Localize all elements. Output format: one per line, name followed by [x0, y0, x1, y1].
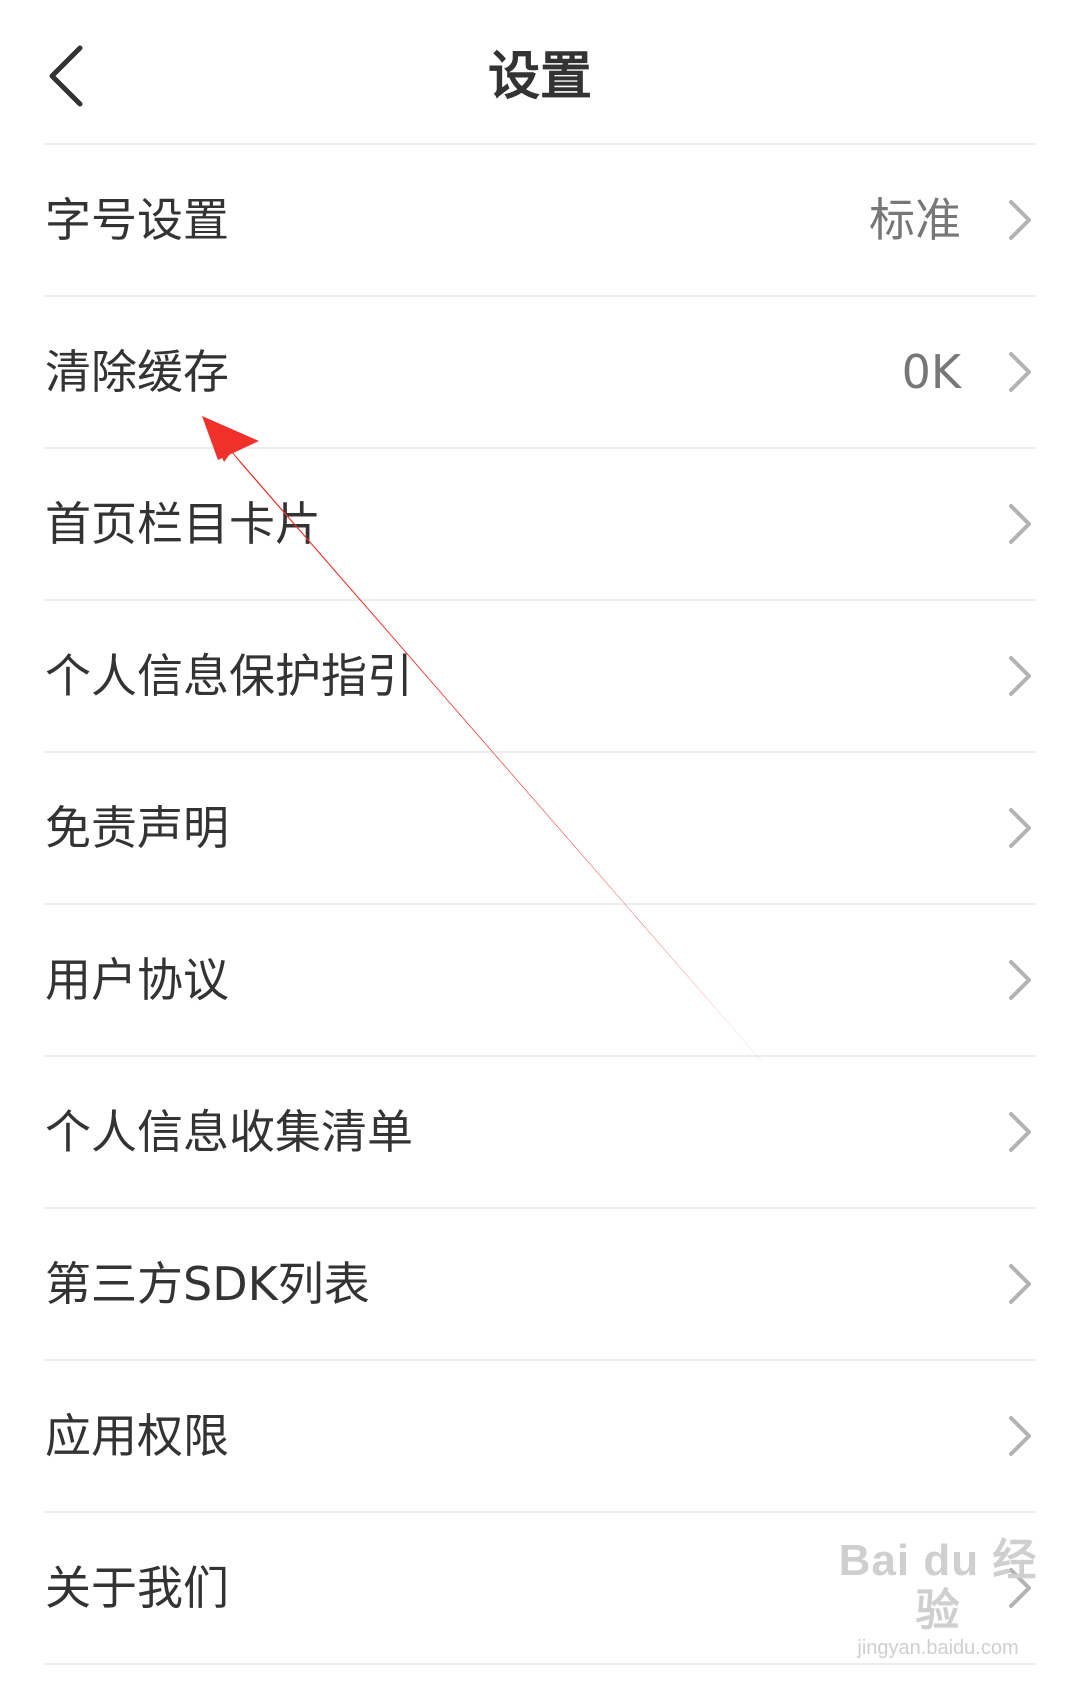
settings-item-label: 首页栏目卡片 [45, 497, 321, 551]
settings-item-label: 个人信息收集清单 [45, 1105, 413, 1159]
settings-item-label: 第三方SDK列表 [45, 1257, 370, 1311]
settings-item-user-agreement[interactable]: 用户协议 [45, 905, 1035, 1057]
watermark-logo: Bai du 经验 [838, 1536, 1038, 1635]
settings-item-app-permissions[interactable]: 应用权限 [45, 1361, 1035, 1513]
chevron-right-icon [1009, 352, 1031, 392]
settings-item-font-size[interactable]: 字号设置 标准 [45, 145, 1035, 297]
settings-list: 字号设置 标准 清除缓存 0K 首页栏目卡片 个人信息保护指引 免责声明 用户协… [45, 145, 1035, 1665]
chevron-right-icon [1009, 960, 1031, 1000]
chevron-right-icon [1009, 200, 1031, 240]
settings-item-label: 个人信息保护指引 [45, 649, 413, 703]
chevron-right-icon [1009, 1264, 1031, 1304]
settings-item-label: 应用权限 [45, 1409, 229, 1463]
settings-item-label: 免责声明 [45, 801, 229, 855]
chevron-right-icon [1009, 1112, 1031, 1152]
page-title: 设置 [487, 47, 592, 107]
watermark-url: jingyan.baidu.com [857, 1637, 1019, 1659]
settings-item-privacy-guide[interactable]: 个人信息保护指引 [45, 601, 1035, 753]
settings-item-home-cards[interactable]: 首页栏目卡片 [45, 449, 1035, 601]
settings-item-label: 字号设置 [45, 193, 229, 247]
settings-item-label: 用户协议 [45, 953, 229, 1007]
settings-item-label: 清除缓存 [45, 345, 229, 399]
settings-item-info-collection-list[interactable]: 个人信息收集清单 [45, 1057, 1035, 1209]
top-bar: 设置 [0, 0, 1080, 145]
settings-item-disclaimer[interactable]: 免责声明 [45, 753, 1035, 905]
settings-item-third-party-sdk[interactable]: 第三方SDK列表 [45, 1209, 1035, 1361]
settings-item-clear-cache[interactable]: 清除缓存 0K [45, 297, 1035, 449]
font-size-value: 标准 [869, 193, 961, 247]
chevron-right-icon [1009, 1416, 1031, 1456]
chevron-right-icon [1009, 656, 1031, 696]
cache-size-value: 0K [901, 345, 961, 399]
baidu-jingyan-watermark: Bai du 经验 jingyan.baidu.com [838, 1536, 1038, 1660]
chevron-right-icon [1009, 808, 1031, 848]
settings-item-label: 关于我们 [45, 1561, 229, 1615]
chevron-right-icon [1009, 504, 1031, 544]
